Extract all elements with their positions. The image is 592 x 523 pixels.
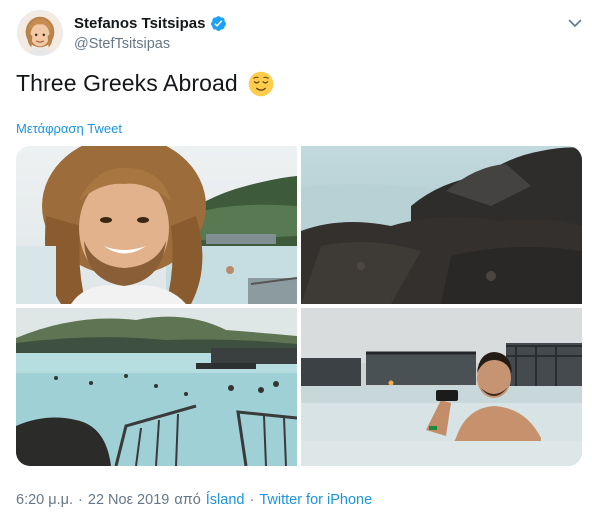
photo-3-image — [16, 308, 297, 466]
verified-badge-icon — [211, 16, 227, 31]
chevron-down-icon[interactable] — [567, 15, 583, 31]
place-link[interactable]: Ísland — [206, 492, 245, 508]
author-handle[interactable]: @StefTsitsipas — [74, 36, 170, 52]
author-name-row[interactable]: Stefanos Tsitsipas — [74, 15, 227, 32]
media-grid — [16, 146, 582, 466]
meta-separator: · — [78, 492, 83, 508]
photo-man-in-lagoon-with-phone[interactable] — [301, 308, 582, 466]
translate-tweet-link[interactable]: Μετάφραση Tweet — [16, 121, 122, 136]
photo-1-image — [16, 146, 297, 304]
photo-lava-rocks-by-water[interactable] — [301, 146, 582, 304]
tweet-date[interactable]: 22 Νοε 2019 — [88, 492, 169, 508]
memoji-avatar-icon — [18, 11, 62, 55]
tweet-text-row: Three Greeks Abroad — [16, 70, 274, 97]
author-name[interactable]: Stefanos Tsitsipas — [74, 15, 205, 32]
tweet-card: Stefanos Tsitsipas @StefTsitsipas Three … — [0, 0, 592, 523]
tweet-meta: 6:20 μ.μ. · 22 Νοε 2019 από Ísland · Twi… — [16, 492, 372, 508]
photo-2-image — [301, 146, 582, 304]
tweet-time[interactable]: 6:20 μ.μ. — [16, 492, 73, 508]
photo-blue-lagoon-bathers[interactable] — [16, 308, 297, 466]
source-link[interactable]: Twitter for iPhone — [259, 492, 372, 508]
photo-selfie-at-hot-spring[interactable] — [16, 146, 297, 304]
from-word: από — [174, 492, 201, 508]
avatar[interactable] — [17, 10, 63, 56]
tweet-text: Three Greeks Abroad — [16, 70, 238, 96]
photo-4-image — [301, 308, 582, 466]
meta-separator: · — [249, 492, 255, 508]
relieved-face-emoji-icon — [248, 71, 274, 96]
